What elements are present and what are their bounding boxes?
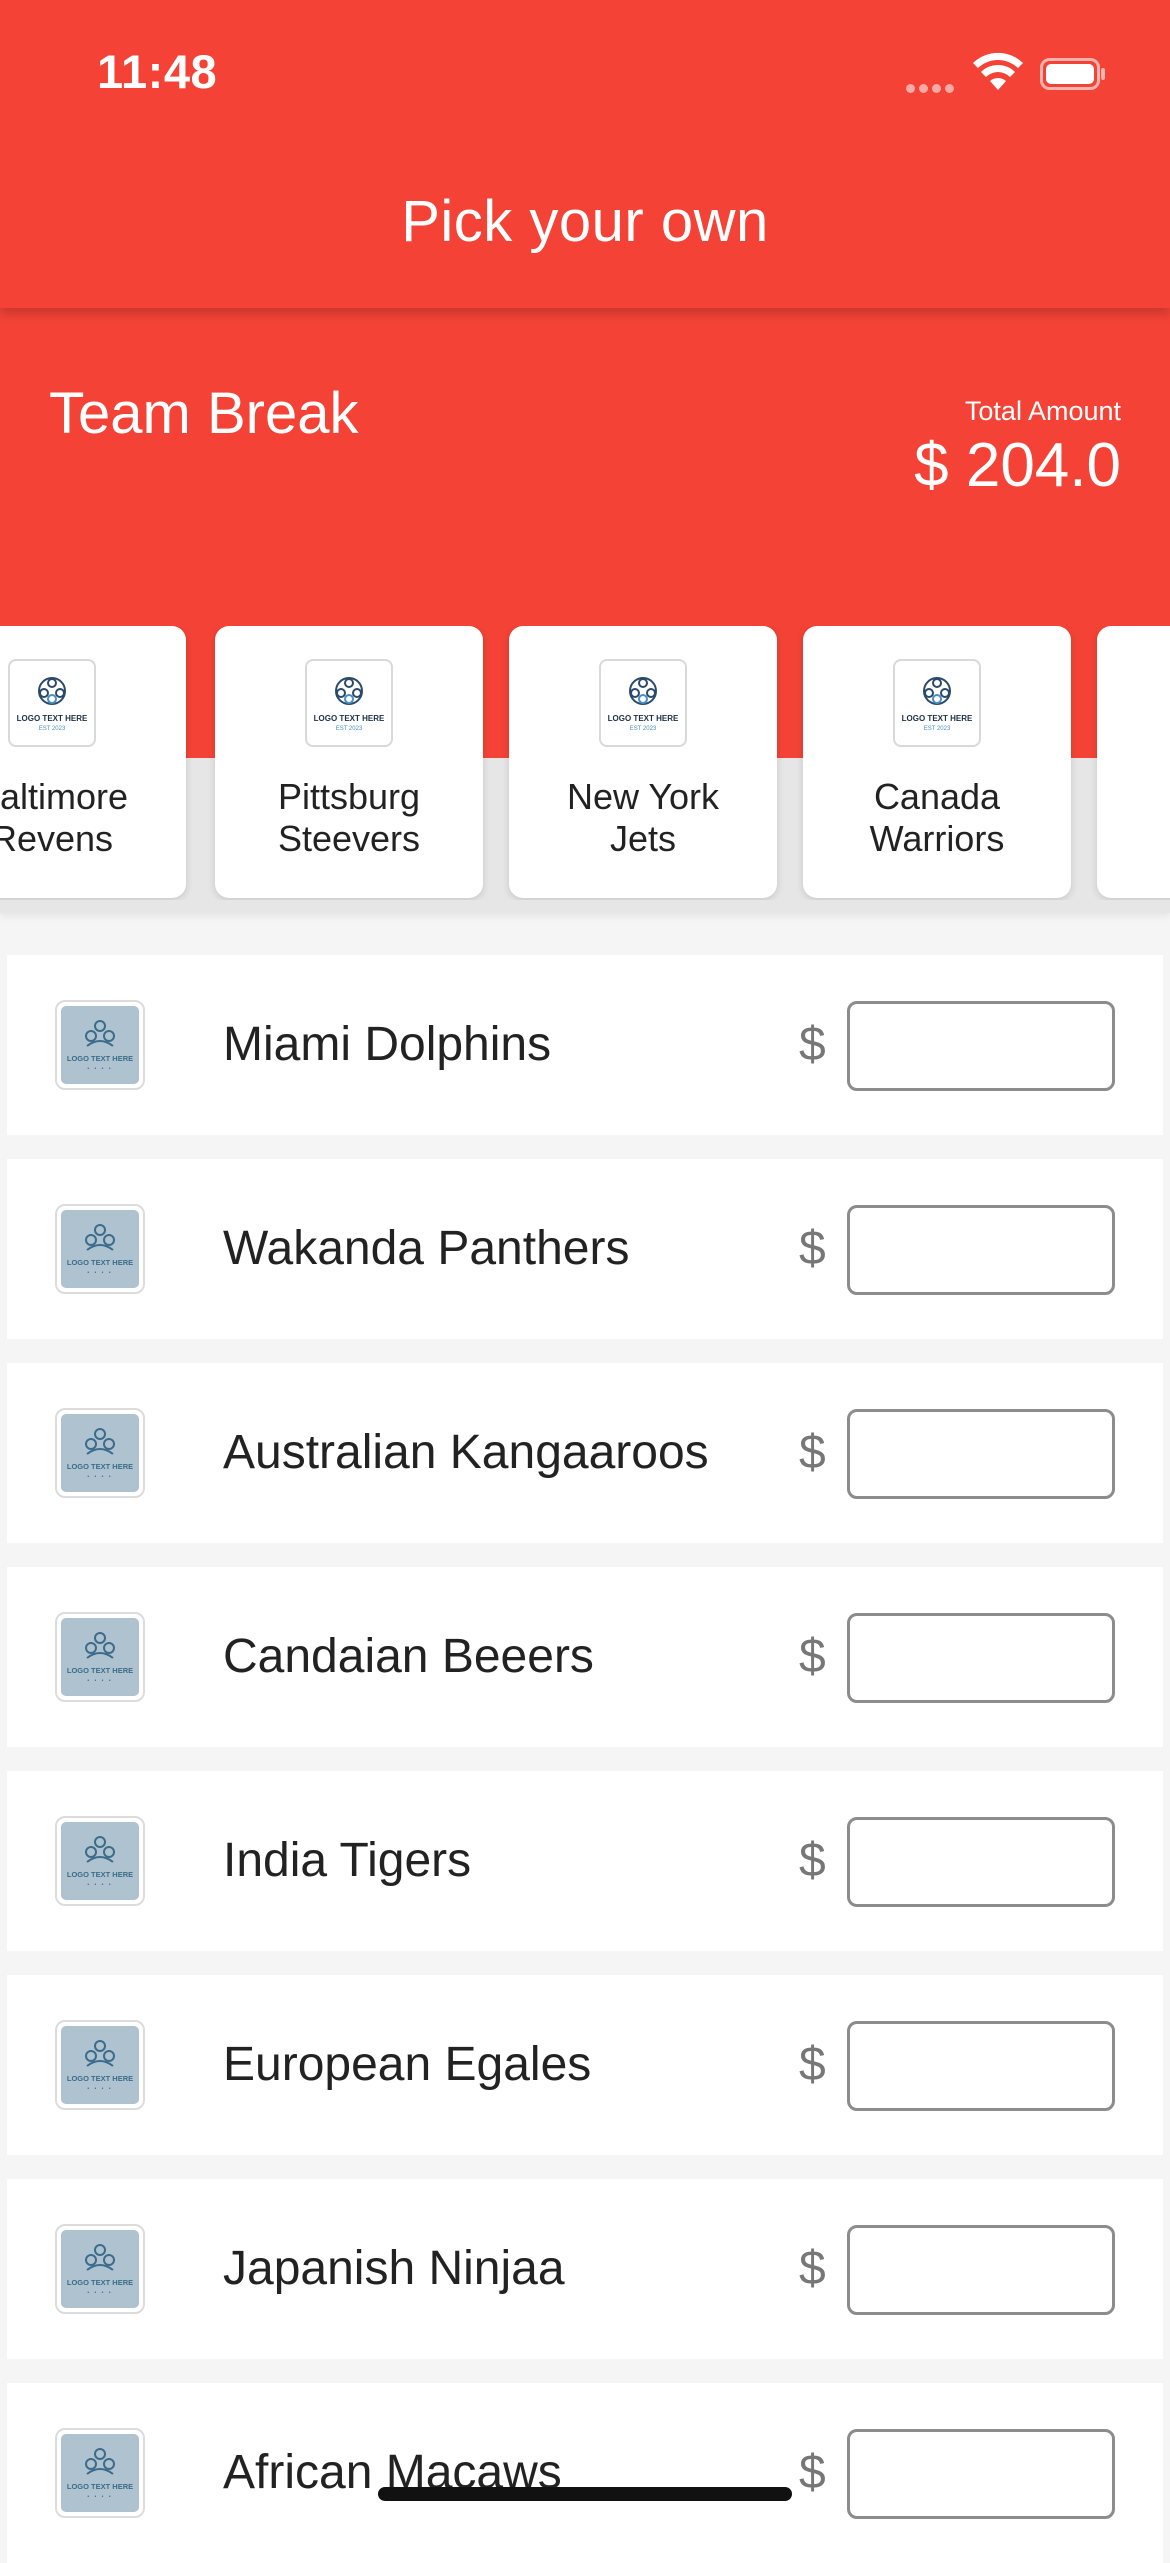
team-card[interactable]: LOGO TEXT HERE EST 2023 Pittsburg Steever…: [215, 626, 483, 898]
amount-input[interactable]: [847, 1613, 1115, 1703]
status-time: 11:48: [97, 45, 218, 98]
list-item: LOGO TEXT HERE • • • • Wakanda Panthers $: [7, 1159, 1163, 1339]
team-logo-icon: LOGO TEXT HERE • • • •: [55, 2428, 145, 2518]
list-item: LOGO TEXT HERE • • • • European Egales $: [7, 1975, 1163, 2155]
svg-text:LOGO TEXT HERE: LOGO TEXT HERE: [67, 1258, 133, 1267]
svg-text:• • • •: • • • •: [87, 2494, 112, 2500]
team-logo-icon: LOGO TEXT HERE • • • •: [55, 2224, 145, 2314]
team-card-name: Canada Warriors: [869, 776, 1005, 859]
team-logo-icon: LOGO TEXT HERE • • • •: [55, 2020, 145, 2110]
team-logo-icon: LOGO TEXT HERE EST 2023: [305, 659, 393, 747]
team-card[interactable]: LOGO TEXT HEREEST 2023: [1097, 626, 1170, 898]
dollar-sign: $: [799, 2446, 826, 2499]
svg-text:• • • •: • • • •: [87, 1066, 112, 1072]
page-title: Pick your own: [401, 189, 769, 254]
svg-text:LOGO TEXT HERE: LOGO TEXT HERE: [67, 2074, 133, 2083]
dollar-sign: $: [799, 1630, 826, 1683]
list-item: LOGO TEXT HERE • • • • African Macaws $: [7, 2383, 1163, 2563]
dollar-sign: $: [799, 1222, 826, 1275]
svg-text:EST 2023: EST 2023: [630, 726, 657, 732]
svg-text:• • • •: • • • •: [87, 1270, 112, 1276]
team-logo-icon: LOGO TEXT HERE EST 2023: [893, 659, 981, 747]
svg-text:EST 2023: EST 2023: [39, 726, 66, 732]
team-card[interactable]: LOGO TEXT HERE EST 2023 New York Jets: [509, 626, 777, 898]
team-carousel[interactable]: LOGO TEXT HEREEST 2023 Baltimore Revens …: [0, 626, 1170, 900]
team-card-name: Baltimore Revens: [0, 776, 129, 859]
total-amount-label: Total Amount: [964, 396, 1121, 426]
list-item: LOGO TEXT HERE • • • • India Tigers $: [7, 1771, 1163, 1951]
header-title: Team Break: [49, 381, 359, 446]
svg-text:LOGO TEXT HERE: LOGO TEXT HERE: [67, 2278, 133, 2287]
team-card-name: Pittsburg Steevers: [277, 776, 421, 859]
total-amount-value: $ 204.0: [914, 431, 1121, 500]
team-logo-icon: LOGO TEXT HERE • • • •: [55, 1816, 145, 1906]
amount-input[interactable]: [847, 2429, 1115, 2519]
svg-text:LOGO TEXT HERE: LOGO TEXT HERE: [314, 714, 385, 723]
svg-text:LOGO TEXT HERE: LOGO TEXT HERE: [67, 1666, 133, 1675]
team-logo-icon: LOGO TEXT HERE EST 2023: [8, 659, 96, 747]
team-card[interactable]: LOGO TEXT HERE EST 2023 Canada Warriors: [803, 626, 1071, 898]
svg-text:EST 2023: EST 2023: [924, 726, 951, 732]
home-indicator: [378, 2487, 792, 2501]
amount-input[interactable]: [847, 1205, 1115, 1295]
svg-text:LOGO TEXT HERE: LOGO TEXT HERE: [902, 714, 973, 723]
team-name: Japanish Ninjaa: [223, 2242, 565, 2295]
list-item: LOGO TEXT HERE • • • • Australian Kangaar…: [7, 1363, 1163, 1543]
dollar-sign: $: [799, 2038, 826, 2091]
list-item: LOGO TEXT HERE • • • • Japanish Ninjaa $: [7, 2179, 1163, 2359]
team-name: India Tigers: [223, 1834, 472, 1887]
amount-input[interactable]: [847, 2021, 1115, 2111]
dollar-sign: $: [799, 1426, 826, 1479]
svg-text:• • • •: • • • •: [87, 1678, 112, 1684]
team-logo-icon: LOGO TEXT HERE • • • •: [55, 1408, 145, 1498]
dollar-sign: $: [799, 1834, 826, 1887]
svg-text:• • • •: • • • •: [87, 2290, 112, 2296]
battery-icon: [1040, 58, 1106, 90]
dollar-sign: $: [799, 1018, 826, 1071]
team-name: Wakanda Panthers: [223, 1222, 630, 1275]
team-card[interactable]: LOGO TEXT HERE EST 2023 Baltimore Revens: [0, 626, 186, 898]
team-name: Australian Kangaaroos: [223, 1426, 709, 1479]
team-logo-icon: LOGO TEXT HERE EST 2023: [599, 659, 687, 747]
svg-text:EST 2023: EST 2023: [336, 726, 363, 732]
svg-text:• • • •: • • • •: [87, 1474, 112, 1480]
svg-text:LOGO TEXT HERE: LOGO TEXT HERE: [17, 714, 88, 723]
svg-text:LOGO TEXT HERE: LOGO TEXT HERE: [67, 1054, 133, 1063]
app-bar: 11:48 Pick your own: [0, 0, 1170, 308]
svg-text:• • • •: • • • •: [87, 2086, 112, 2092]
team-logo-icon: LOGO TEXT HERE • • • •: [55, 1000, 145, 1090]
team-name: Miami Dolphins: [223, 1018, 552, 1071]
amount-input[interactable]: [847, 2225, 1115, 2315]
amount-input[interactable]: [847, 1409, 1115, 1499]
wifi-icon: [972, 52, 1024, 97]
cellular-signal-icon: [906, 80, 958, 98]
team-logo-icon: LOGO TEXT HERE • • • •: [55, 1612, 145, 1702]
amount-input[interactable]: [847, 1001, 1115, 1091]
svg-text:LOGO TEXT HERE: LOGO TEXT HERE: [67, 2482, 133, 2491]
svg-text:LOGO TEXT HERE: LOGO TEXT HERE: [67, 1462, 133, 1471]
team-logo-icon: LOGO TEXT HERE • • • •: [55, 1204, 145, 1294]
team-name: Candaian Beeers: [223, 1630, 594, 1683]
svg-text:LOGO TEXT HERE: LOGO TEXT HERE: [608, 714, 679, 723]
amount-input[interactable]: [847, 1817, 1115, 1907]
svg-text:LOGO TEXT HERE: LOGO TEXT HERE: [67, 1870, 133, 1879]
team-name: European Egales: [223, 2038, 592, 2091]
list-item: LOGO TEXT HERE • • • • Miami Dolphins $: [7, 955, 1163, 1135]
svg-text:• • • •: • • • •: [87, 1882, 112, 1888]
team-card-name: New York Jets: [566, 776, 720, 859]
dollar-sign: $: [799, 2242, 826, 2295]
list-item: LOGO TEXT HERE • • • • Candaian Beeers $: [7, 1567, 1163, 1747]
